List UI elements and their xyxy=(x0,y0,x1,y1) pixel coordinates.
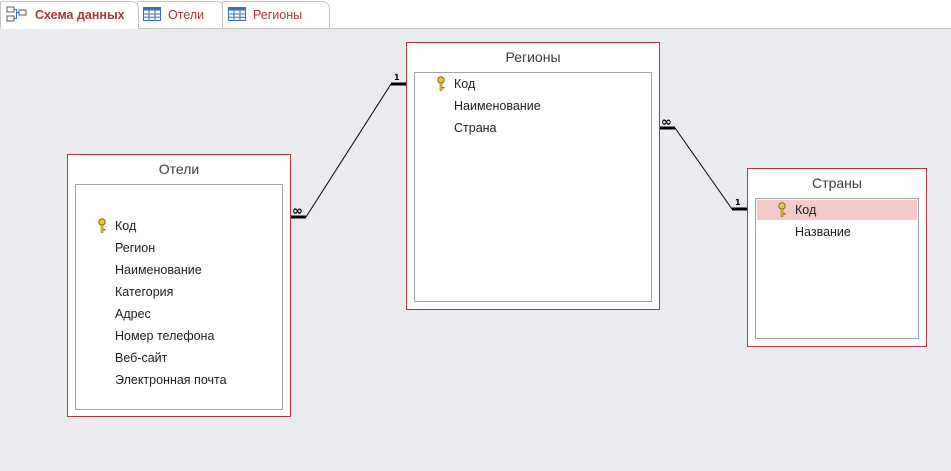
field-item[interactable]: Категория xyxy=(77,282,281,302)
field-list[interactable]: Код Название xyxy=(755,198,919,339)
field-list[interactable]: Код Регион Наименование Категория Адрес … xyxy=(75,184,283,410)
field-name: Категория xyxy=(115,285,174,299)
field-item-key[interactable]: Код xyxy=(77,216,281,236)
field-name: Адрес xyxy=(115,307,151,321)
field-item[interactable]: Регион xyxy=(77,238,281,258)
field-item[interactable]: Название xyxy=(757,222,917,242)
field-item[interactable]: Номер телефона xyxy=(77,326,281,346)
primary-key-icon xyxy=(777,202,787,218)
field-name: Страна xyxy=(454,121,497,135)
field-name: Код xyxy=(454,77,476,91)
field-list[interactable]: Код Наименование Страна xyxy=(414,72,652,302)
field-name: Наименование xyxy=(115,263,202,277)
primary-key-icon xyxy=(97,218,107,234)
field-item[interactable]: Электронная почта xyxy=(77,370,281,390)
field-name: Код xyxy=(795,203,817,217)
field-item[interactable]: Наименование xyxy=(416,96,650,116)
table-title[interactable]: Страны xyxy=(748,169,926,197)
relationship-one-label: 1 xyxy=(394,73,400,82)
field-name: Код xyxy=(115,219,137,233)
field-name: Регион xyxy=(115,241,156,255)
table-title[interactable]: Регионы xyxy=(407,43,659,71)
relationship-many-label: ∞ xyxy=(292,204,303,219)
table-card-hotels[interactable]: Отели Код Регион Наименование Категория … xyxy=(67,154,291,417)
field-item-key[interactable]: Код xyxy=(416,74,650,94)
field-item[interactable]: Страна xyxy=(416,118,650,138)
field-name: Название xyxy=(795,225,851,239)
relationship-regions-hotels[interactable]: 1 ∞ xyxy=(291,73,406,219)
field-name: Электронная почта xyxy=(115,373,227,387)
table-card-regions[interactable]: Регионы Код Наименование Страна xyxy=(406,42,660,310)
primary-key-icon xyxy=(436,76,446,92)
relationship-countries-regions[interactable]: ∞ 1 xyxy=(660,115,747,211)
relationship-many-label: ∞ xyxy=(661,115,672,130)
field-name: Веб-сайт xyxy=(115,351,168,365)
table-title[interactable]: Отели xyxy=(68,155,290,183)
table-card-countries[interactable]: Страны Код Название xyxy=(747,168,927,347)
field-item[interactable]: Адрес xyxy=(77,304,281,324)
field-name: Номер телефона xyxy=(115,329,215,343)
field-item[interactable]: Веб-сайт xyxy=(77,348,281,368)
relationship-one-label: 1 xyxy=(735,198,741,207)
field-item-key-selected[interactable]: Код xyxy=(757,200,917,220)
field-name: Наименование xyxy=(454,99,541,113)
field-item[interactable]: Наименование xyxy=(77,260,281,280)
